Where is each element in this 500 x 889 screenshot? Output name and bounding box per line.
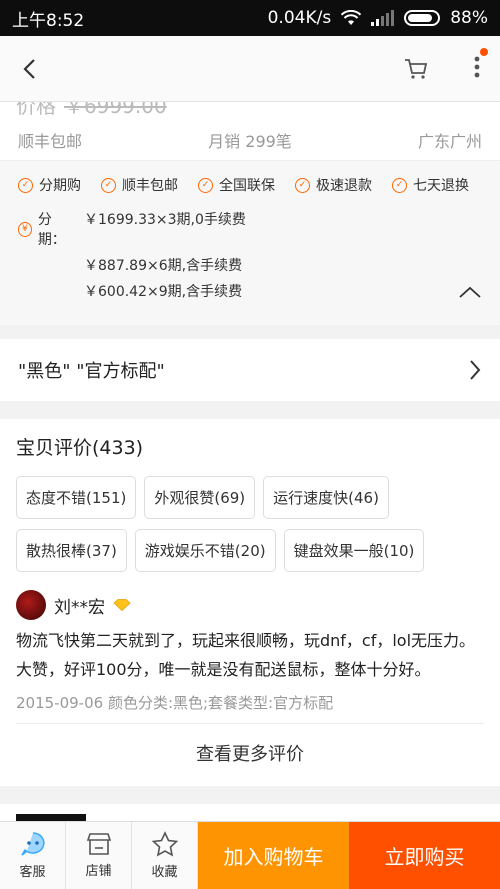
- review-tag[interactable]: 外观很赞(69): [144, 476, 256, 519]
- notification-dot: [480, 47, 488, 56]
- selected-spec: "黑色" "官方标配": [18, 361, 165, 382]
- buy-now-button[interactable]: 立即购买: [349, 822, 500, 889]
- status-right: 0.04K/s 88%: [268, 8, 488, 28]
- status-bar: 上午8:52 0.04K/s 88%: [0, 0, 500, 36]
- customer-service-label: 客服: [19, 865, 46, 880]
- more-menu-button[interactable]: [474, 47, 488, 82]
- chevron-up-icon[interactable]: [458, 285, 482, 299]
- network-speed: 0.04K/s: [267, 8, 332, 28]
- ship-location: 广东广州: [417, 132, 482, 151]
- installment-plan: ￥600.42×9期,含手续费: [84, 284, 243, 300]
- service-item: ✓ 全国联保: [198, 175, 275, 195]
- installment-plan: ￥1699.33×3期,0手续费: [84, 212, 246, 228]
- diamond-icon: [113, 599, 131, 611]
- service-label: 顺丰包邮: [122, 178, 178, 194]
- battery-level: 88%: [450, 8, 488, 28]
- price-label: 价格: [16, 102, 56, 118]
- top-nav: [0, 36, 500, 102]
- check-circle-icon: ✓: [295, 177, 310, 193]
- star-icon: [151, 831, 178, 857]
- favorite-label: 收藏: [151, 865, 178, 880]
- wifi-icon: [341, 10, 362, 25]
- reviews-title: 宝贝评价(433): [16, 437, 144, 459]
- reviewer-name: 刘**宏: [54, 597, 105, 618]
- installment-info: ¥ 分期： ￥1699.33×3期,0手续费 ￥887.89×6期,含手续费 ￥6…: [18, 209, 482, 301]
- check-circle-icon: ✓: [101, 177, 116, 193]
- next-section: [0, 804, 500, 822]
- spec-selector[interactable]: "黑色" "官方标配": [0, 339, 500, 401]
- more-reviews-button[interactable]: 查看更多评价: [16, 724, 484, 786]
- price-row: 价格 ￥6999.00: [16, 102, 167, 119]
- shipping-method: 顺丰包邮: [18, 132, 83, 151]
- check-circle-icon: ✓: [198, 177, 213, 193]
- yen-circle-icon: ¥: [18, 221, 32, 237]
- more-icon: [474, 56, 480, 77]
- shop-label: 店铺: [85, 864, 112, 879]
- service-item: ✓ 顺丰包邮: [101, 175, 178, 195]
- service-item: ✓ 分期购: [18, 175, 81, 195]
- service-label: 七天退换: [413, 178, 469, 194]
- cart-icon[interactable]: [404, 58, 428, 80]
- chevron-right-icon: [470, 360, 481, 380]
- favorite-button[interactable]: 收藏: [132, 822, 198, 889]
- installment-plan: ￥887.89×6期,含手续费: [84, 258, 243, 274]
- check-circle-icon: ✓: [18, 177, 33, 193]
- product-detail-scroll[interactable]: 价格 ￥6999.00 顺丰包邮 月销 299笔 广东广州 ✓ 分期购 ✓ 顺丰包邮 …: [0, 102, 500, 822]
- service-item: ✓ 七天退换: [392, 175, 469, 195]
- battery-icon: [404, 10, 441, 26]
- price-strip: 价格 ￥6999.00 顺丰包邮 月销 299笔 广东广州: [0, 102, 500, 161]
- monthly-sales: 月销 299笔: [208, 132, 292, 151]
- shop-button[interactable]: 店铺: [66, 822, 132, 889]
- signal-icon: [371, 10, 395, 26]
- chat-bubble-icon: [20, 832, 45, 856]
- service-label: 全国联保: [219, 178, 275, 194]
- review-tag[interactable]: 态度不错(151): [16, 476, 137, 519]
- old-price: ￥6999.00: [64, 102, 167, 118]
- review-tag[interactable]: 游戏娱乐不错(20): [134, 529, 276, 572]
- installment-label: 分期：: [37, 212, 66, 248]
- service-list: ✓ 分期购 ✓ 顺丰包邮 ✓ 全国联保 ✓ 极速退款 ✓ 七天退换: [18, 175, 482, 195]
- review-tag[interactable]: 运行速度快(46): [263, 476, 389, 519]
- bottom-action-bar: 客服 店铺 收藏 加入购物车 立即购买: [0, 821, 500, 889]
- review-content: 物流飞快第二天就到了，玩起来很顺畅，玩dnf，cf，lol无压力。大赞，好评10…: [16, 631, 476, 679]
- service-item: ✓ 极速退款: [295, 175, 372, 195]
- add-to-cart-button[interactable]: 加入购物车: [198, 822, 349, 889]
- shipping-row: 顺丰包邮 月销 299笔 广东广州: [18, 128, 482, 152]
- review-meta: 2015-09-06 颜色分类:黑色;套餐类型:官方标配: [16, 692, 484, 724]
- nav-actions: [404, 47, 488, 82]
- review-tag[interactable]: 键盘效果一般(10): [283, 529, 425, 572]
- reviews-section: 宝贝评价(433) 态度不错(151) 外观很赞(69) 运行速度快(46) 散…: [0, 419, 500, 786]
- customer-service-button[interactable]: 客服: [0, 822, 66, 889]
- status-time: 上午8:52: [12, 10, 85, 31]
- shop-icon: [86, 833, 111, 855]
- review-tags: 态度不错(151) 外观很赞(69) 运行速度快(46) 散热很棒(37) 游戏…: [16, 476, 484, 572]
- review-tag[interactable]: 散热很棒(37): [16, 529, 127, 572]
- services-panel[interactable]: ✓ 分期购 ✓ 顺丰包邮 ✓ 全国联保 ✓ 极速退款 ✓ 七天退换 ¥ 分期： ￥1699.…: [0, 161, 500, 325]
- service-label: 分期购: [39, 178, 81, 194]
- service-label: 极速退款: [316, 178, 372, 194]
- installment-label-wrap: ¥ 分期：: [18, 209, 76, 249]
- check-circle-icon: ✓: [392, 177, 407, 193]
- avatar: [16, 590, 46, 620]
- reviewer: 刘**宏: [16, 590, 484, 620]
- back-icon[interactable]: [20, 57, 40, 81]
